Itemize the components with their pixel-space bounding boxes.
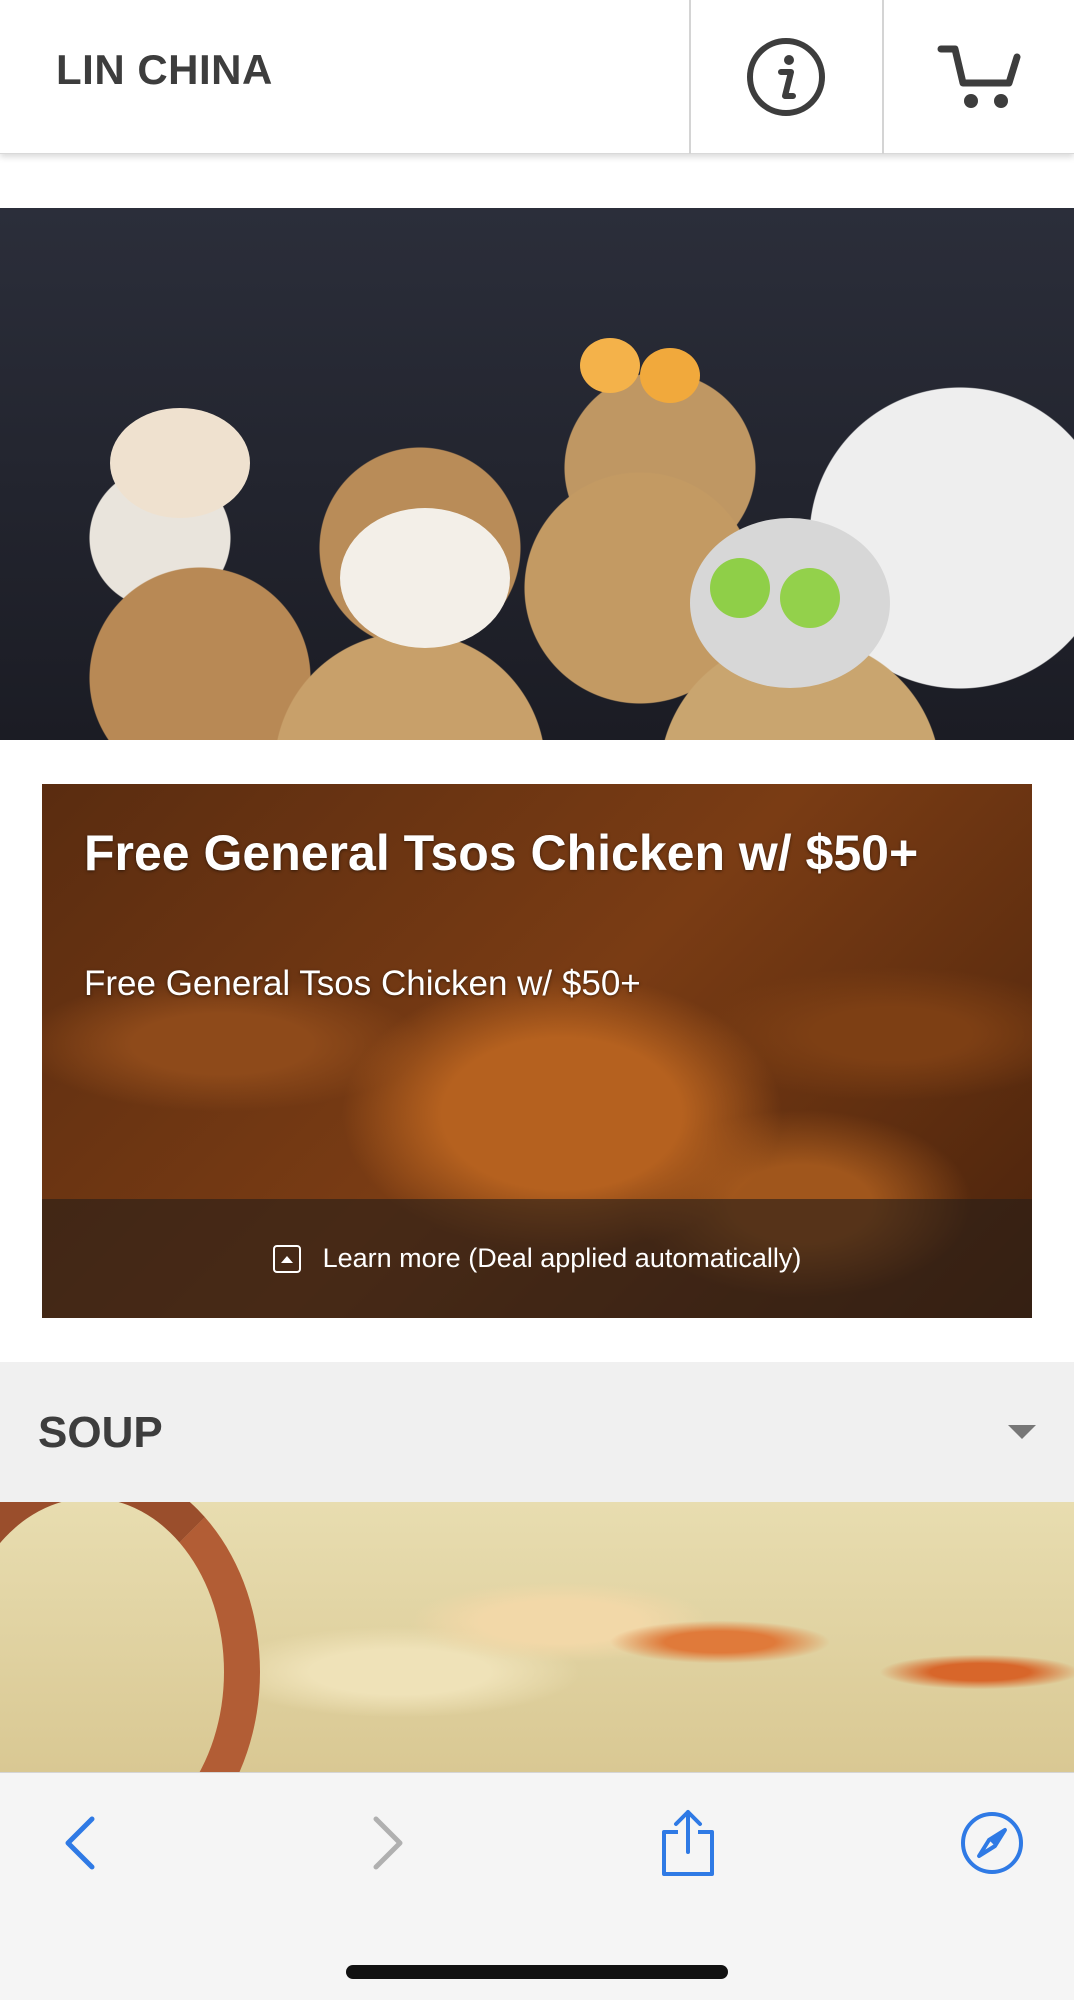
deal-banner[interactable]: Free General Tsos Chicken w/ $50+ Free G…	[42, 784, 1032, 1318]
browser-toolbar	[0, 1772, 1074, 2000]
chevron-down-icon	[1008, 1425, 1036, 1439]
share-button[interactable]	[648, 1803, 728, 1883]
soup-bowl	[0, 1502, 260, 1772]
forward-button[interactable]	[348, 1803, 428, 1883]
app-header: LIN CHINA	[0, 0, 1074, 154]
learn-more-label: Learn more (Deal applied automatically)	[322, 1243, 802, 1273]
safari-button[interactable]	[952, 1803, 1032, 1883]
back-button[interactable]	[40, 1803, 120, 1883]
deal-title: Free General Tsos Chicken w/ $50+	[84, 825, 919, 881]
deal-learn-more[interactable]: Learn more (Deal applied automatically)	[42, 1199, 1032, 1318]
deal-subtitle: Free General Tsos Chicken w/ $50+	[84, 964, 641, 1003]
cart-button[interactable]	[882, 0, 1074, 154]
home-indicator[interactable]	[346, 1965, 728, 1979]
forward-icon	[373, 1816, 403, 1870]
back-icon	[65, 1816, 95, 1870]
hero-image	[0, 208, 1074, 740]
section-soup[interactable]: SOUP	[0, 1362, 1074, 1502]
section-title: SOUP	[38, 1408, 163, 1457]
expand-icon	[272, 1244, 301, 1273]
compass-icon	[961, 1812, 1023, 1874]
dumpling-green	[710, 558, 770, 618]
dumpling-orange	[580, 338, 640, 393]
dumpling-green	[780, 568, 840, 628]
dim-sum-plate	[110, 408, 250, 518]
info-button[interactable]	[689, 0, 881, 154]
soup-image	[0, 1502, 1074, 1772]
cart-icon	[937, 45, 1021, 108]
dumpling-orange	[640, 348, 700, 403]
share-icon	[662, 1810, 714, 1876]
restaurant-name[interactable]: LIN CHINA	[56, 46, 273, 94]
info-icon	[747, 38, 825, 116]
dim-sum-plate	[340, 508, 510, 648]
